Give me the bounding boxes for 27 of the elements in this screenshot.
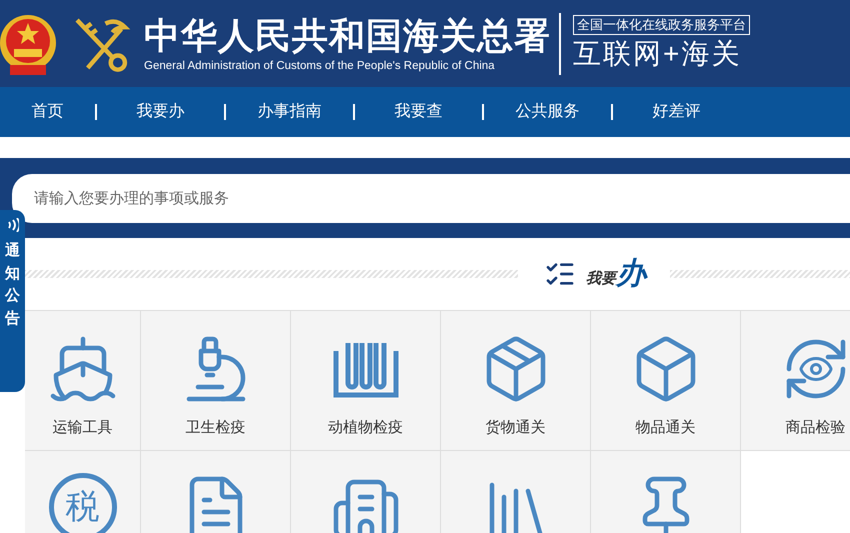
platform-caption: 全国一体化在线政务服务平台 bbox=[573, 14, 750, 34]
nav-link[interactable]: 公共服务 bbox=[484, 100, 611, 124]
nav-link[interactable]: 我要办 bbox=[97, 100, 224, 124]
service-tile[interactable]: 货物通关 bbox=[441, 311, 591, 451]
platform-name: 互联网+海关 bbox=[573, 36, 742, 70]
nav-link[interactable]: 我要查 bbox=[355, 100, 482, 124]
notice-side-tab[interactable]: 通知公告 bbox=[0, 210, 25, 392]
service-tile[interactable]: 动植物检疫 bbox=[291, 311, 441, 451]
search-field[interactable]: 请输入您要办理的事项或服务 bbox=[12, 174, 850, 223]
tax-icon: 税 bbox=[48, 473, 116, 533]
nav-link[interactable]: 首页 bbox=[0, 100, 95, 124]
service-label: 卫生检疫 bbox=[186, 418, 246, 438]
service-tile[interactable]: 运输工具 bbox=[25, 311, 141, 451]
site-subtitle: General Administration of Customs of the People's Republic of China bbox=[144, 58, 496, 74]
service-label: 运输工具 bbox=[52, 418, 112, 438]
signal-icon bbox=[6, 218, 18, 232]
service-tile[interactable]: 商品检验 bbox=[741, 311, 850, 451]
nav-link[interactable]: 好差评 bbox=[613, 100, 740, 124]
service-tile[interactable]: 卫生检疫 bbox=[141, 311, 291, 451]
service-tile[interactable]: 物品通关 bbox=[591, 311, 741, 451]
service-label: 物品通关 bbox=[636, 418, 696, 438]
service-label: 商品检验 bbox=[786, 418, 846, 438]
site-title: 中华人民共和国海关总署 bbox=[144, 14, 551, 58]
nav-link[interactable]: 办事指南 bbox=[226, 100, 353, 124]
service-label: 动植物检疫 bbox=[328, 418, 403, 438]
section-title: 我要办 bbox=[586, 258, 646, 290]
service-label: 货物通关 bbox=[486, 418, 546, 438]
